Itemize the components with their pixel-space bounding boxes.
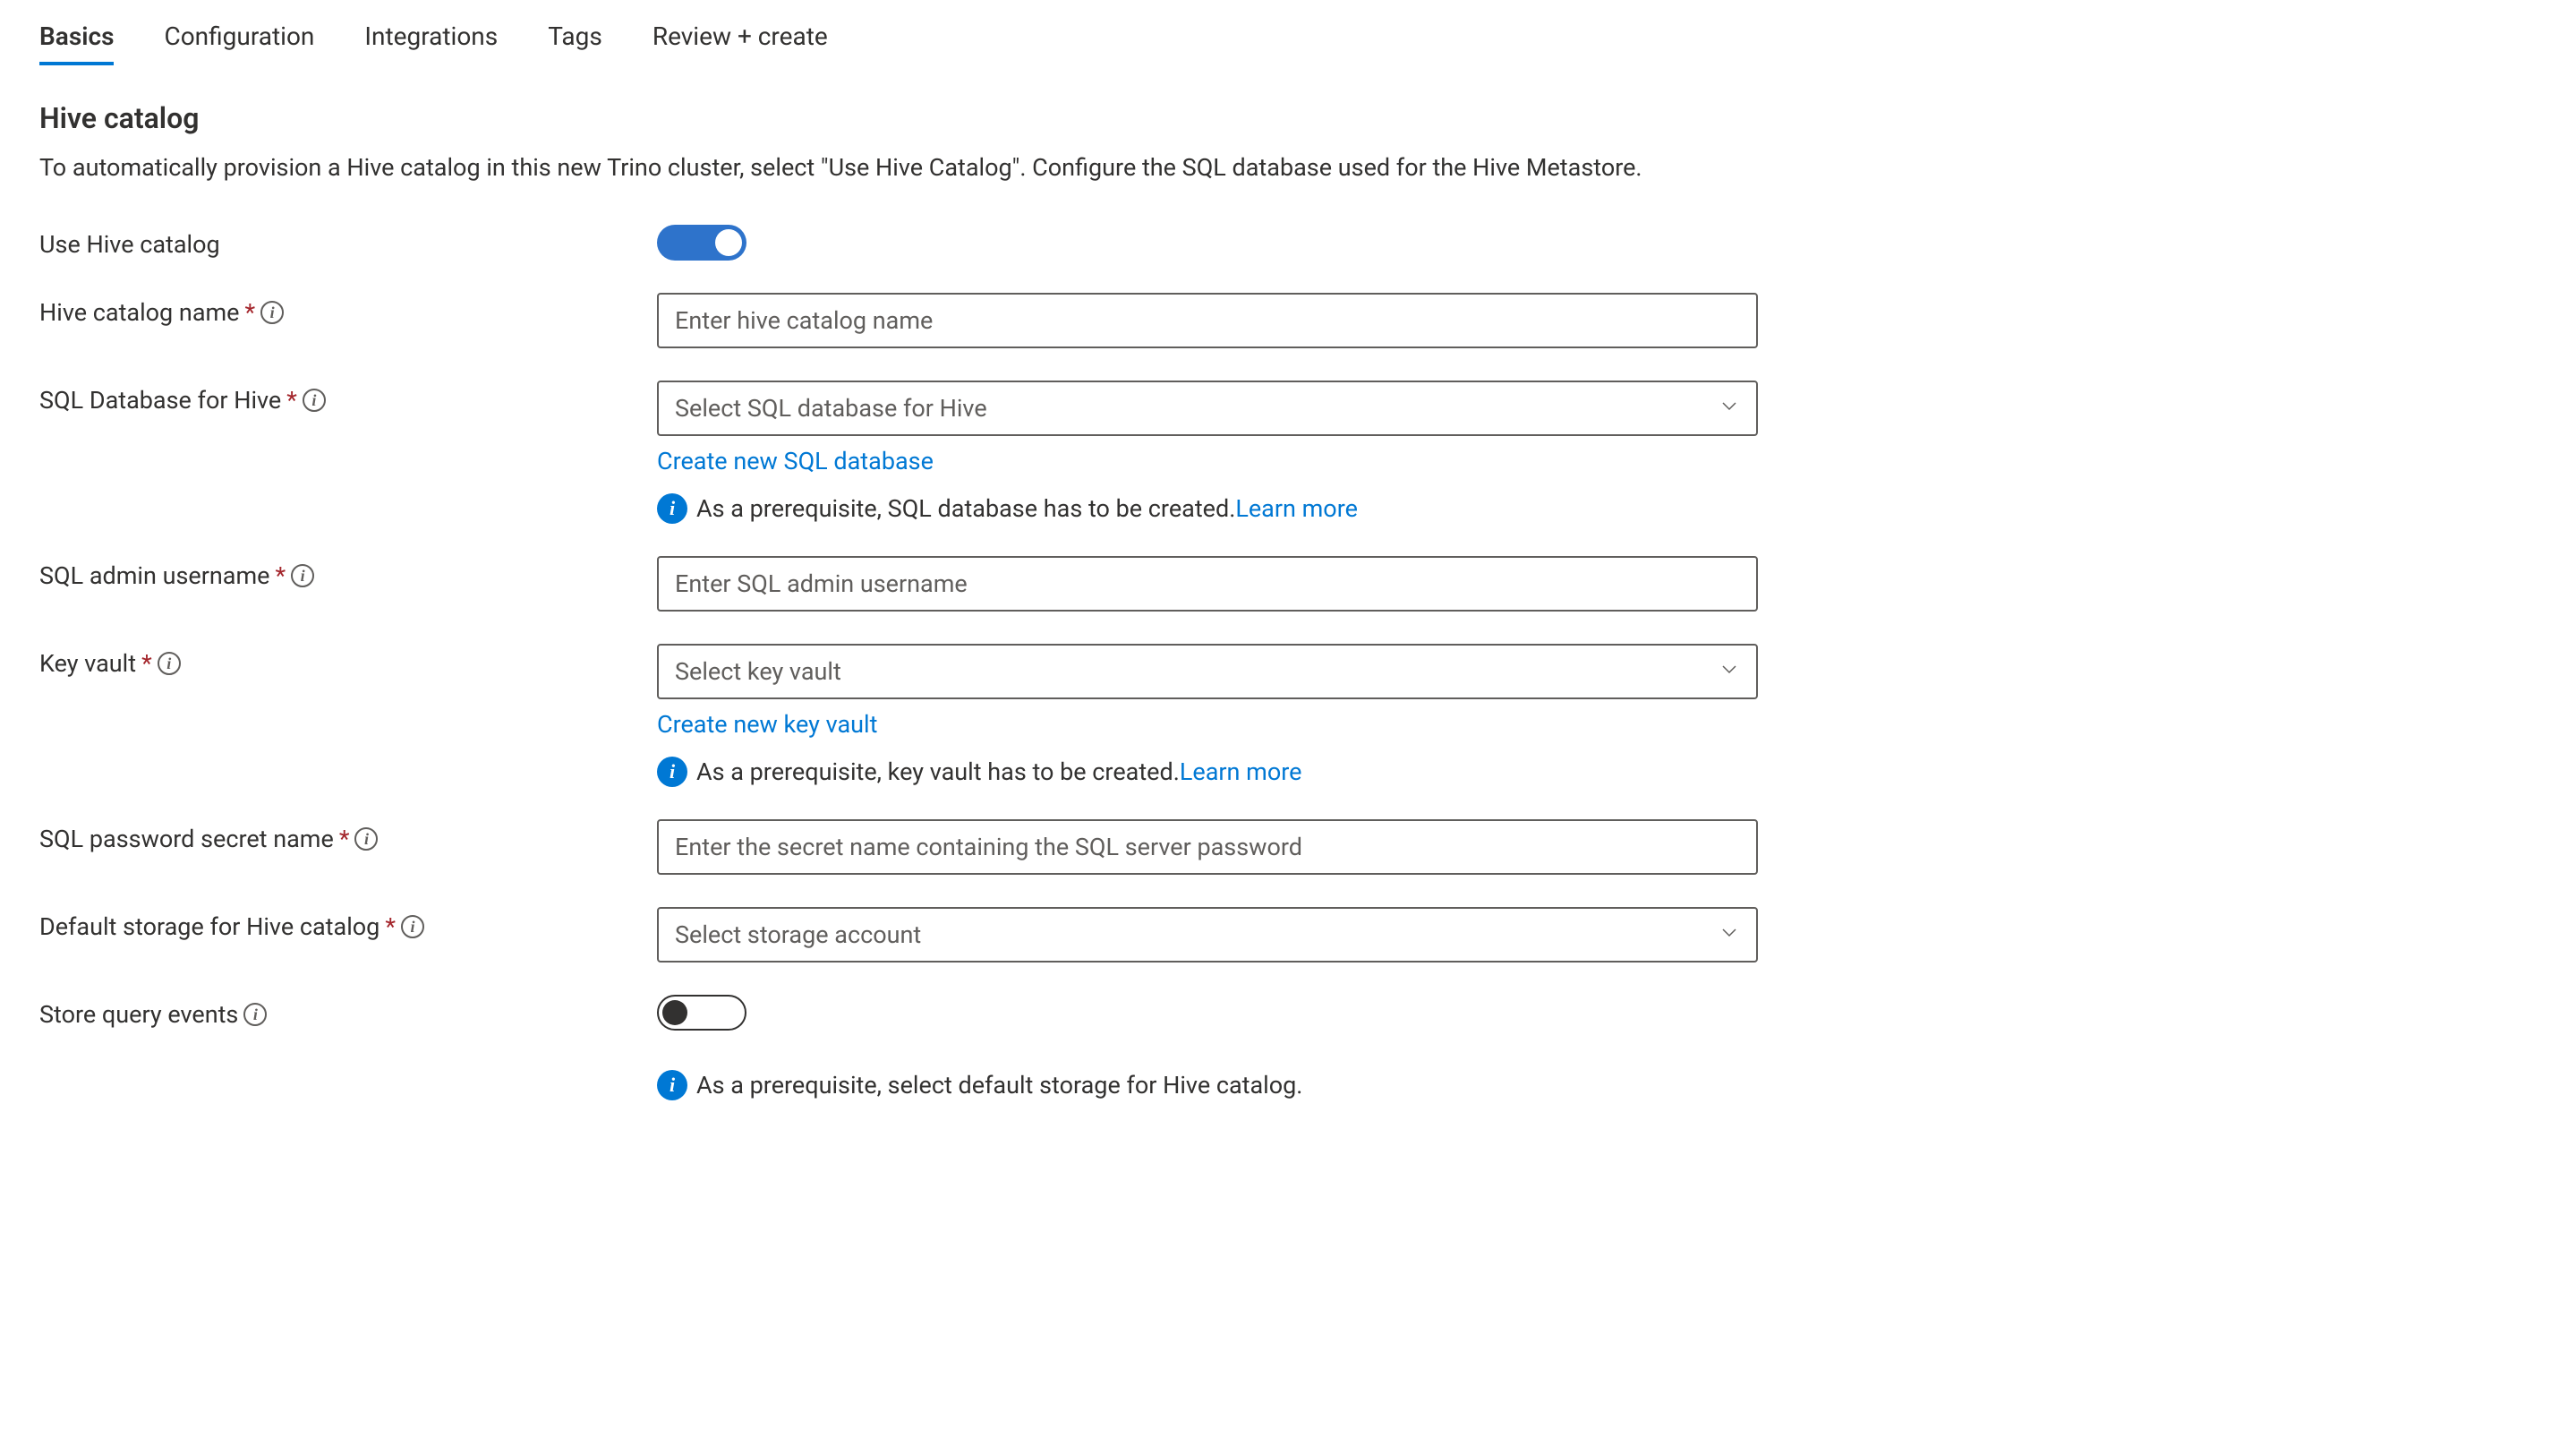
wizard-tabs: Basics Configuration Integrations Tags R… (39, 21, 2537, 65)
link-create-new-sql-database[interactable]: Create new SQL database (657, 447, 934, 475)
prereq-note-sql: i As a prerequisite, SQL database has to… (657, 493, 1758, 524)
info-badge-icon: i (657, 493, 687, 524)
link-learn-more-keyvault[interactable]: Learn more (1180, 757, 1302, 786)
tab-basics[interactable]: Basics (39, 21, 114, 65)
link-create-new-key-vault[interactable]: Create new key vault (657, 710, 877, 739)
required-marker: * (245, 298, 256, 327)
required-marker: * (385, 912, 396, 941)
label-hive-catalog-name: Hive catalog name * i (39, 293, 657, 327)
label-sql-password-secret: SQL password secret name * i (39, 819, 657, 853)
label-default-storage: Default storage for Hive catalog * i (39, 907, 657, 941)
info-badge-icon: i (657, 757, 687, 787)
chevron-down-icon (1719, 394, 1740, 423)
info-icon[interactable]: i (260, 301, 284, 324)
input-hive-catalog-name[interactable] (657, 293, 1758, 348)
input-sql-password-secret[interactable] (657, 819, 1758, 875)
section-description: To automatically provision a Hive catalo… (39, 151, 1731, 184)
input-sql-admin-username[interactable] (657, 556, 1758, 612)
required-marker: * (276, 561, 286, 590)
label-sql-admin-username: SQL admin username * i (39, 556, 657, 590)
chevron-down-icon (1719, 920, 1740, 949)
tab-review-create[interactable]: Review + create (653, 21, 828, 65)
info-icon[interactable]: i (243, 1003, 267, 1026)
required-marker: * (141, 649, 152, 678)
label-key-vault: Key vault * i (39, 644, 657, 678)
info-icon[interactable]: i (354, 827, 378, 851)
label-store-query-events: Store query events i (39, 995, 657, 1029)
toggle-use-hive-catalog[interactable] (657, 225, 746, 261)
tab-tags[interactable]: Tags (548, 21, 602, 65)
label-sql-database: SQL Database for Hive * i (39, 381, 657, 415)
toggle-store-query-events[interactable] (657, 995, 746, 1031)
required-marker: * (286, 386, 297, 415)
select-default-storage[interactable]: Select storage account (657, 907, 1758, 963)
select-key-vault[interactable]: Select key vault (657, 644, 1758, 699)
link-learn-more-sql[interactable]: Learn more (1235, 494, 1358, 523)
label-use-hive-catalog: Use Hive catalog (39, 225, 657, 259)
section-title: Hive catalog (39, 101, 2537, 135)
info-icon[interactable]: i (303, 389, 326, 412)
info-icon[interactable]: i (158, 652, 181, 675)
chevron-down-icon (1719, 657, 1740, 686)
info-badge-icon: i (657, 1070, 687, 1100)
tab-configuration[interactable]: Configuration (164, 21, 314, 65)
prereq-note-storage: i As a prerequisite, select default stor… (657, 1070, 1758, 1100)
info-icon[interactable]: i (291, 564, 314, 587)
select-sql-database[interactable]: Select SQL database for Hive (657, 381, 1758, 436)
required-marker: * (339, 825, 350, 853)
tab-integrations[interactable]: Integrations (364, 21, 498, 65)
info-icon[interactable]: i (401, 915, 424, 938)
prereq-note-keyvault: i As a prerequisite, key vault has to be… (657, 757, 1758, 787)
